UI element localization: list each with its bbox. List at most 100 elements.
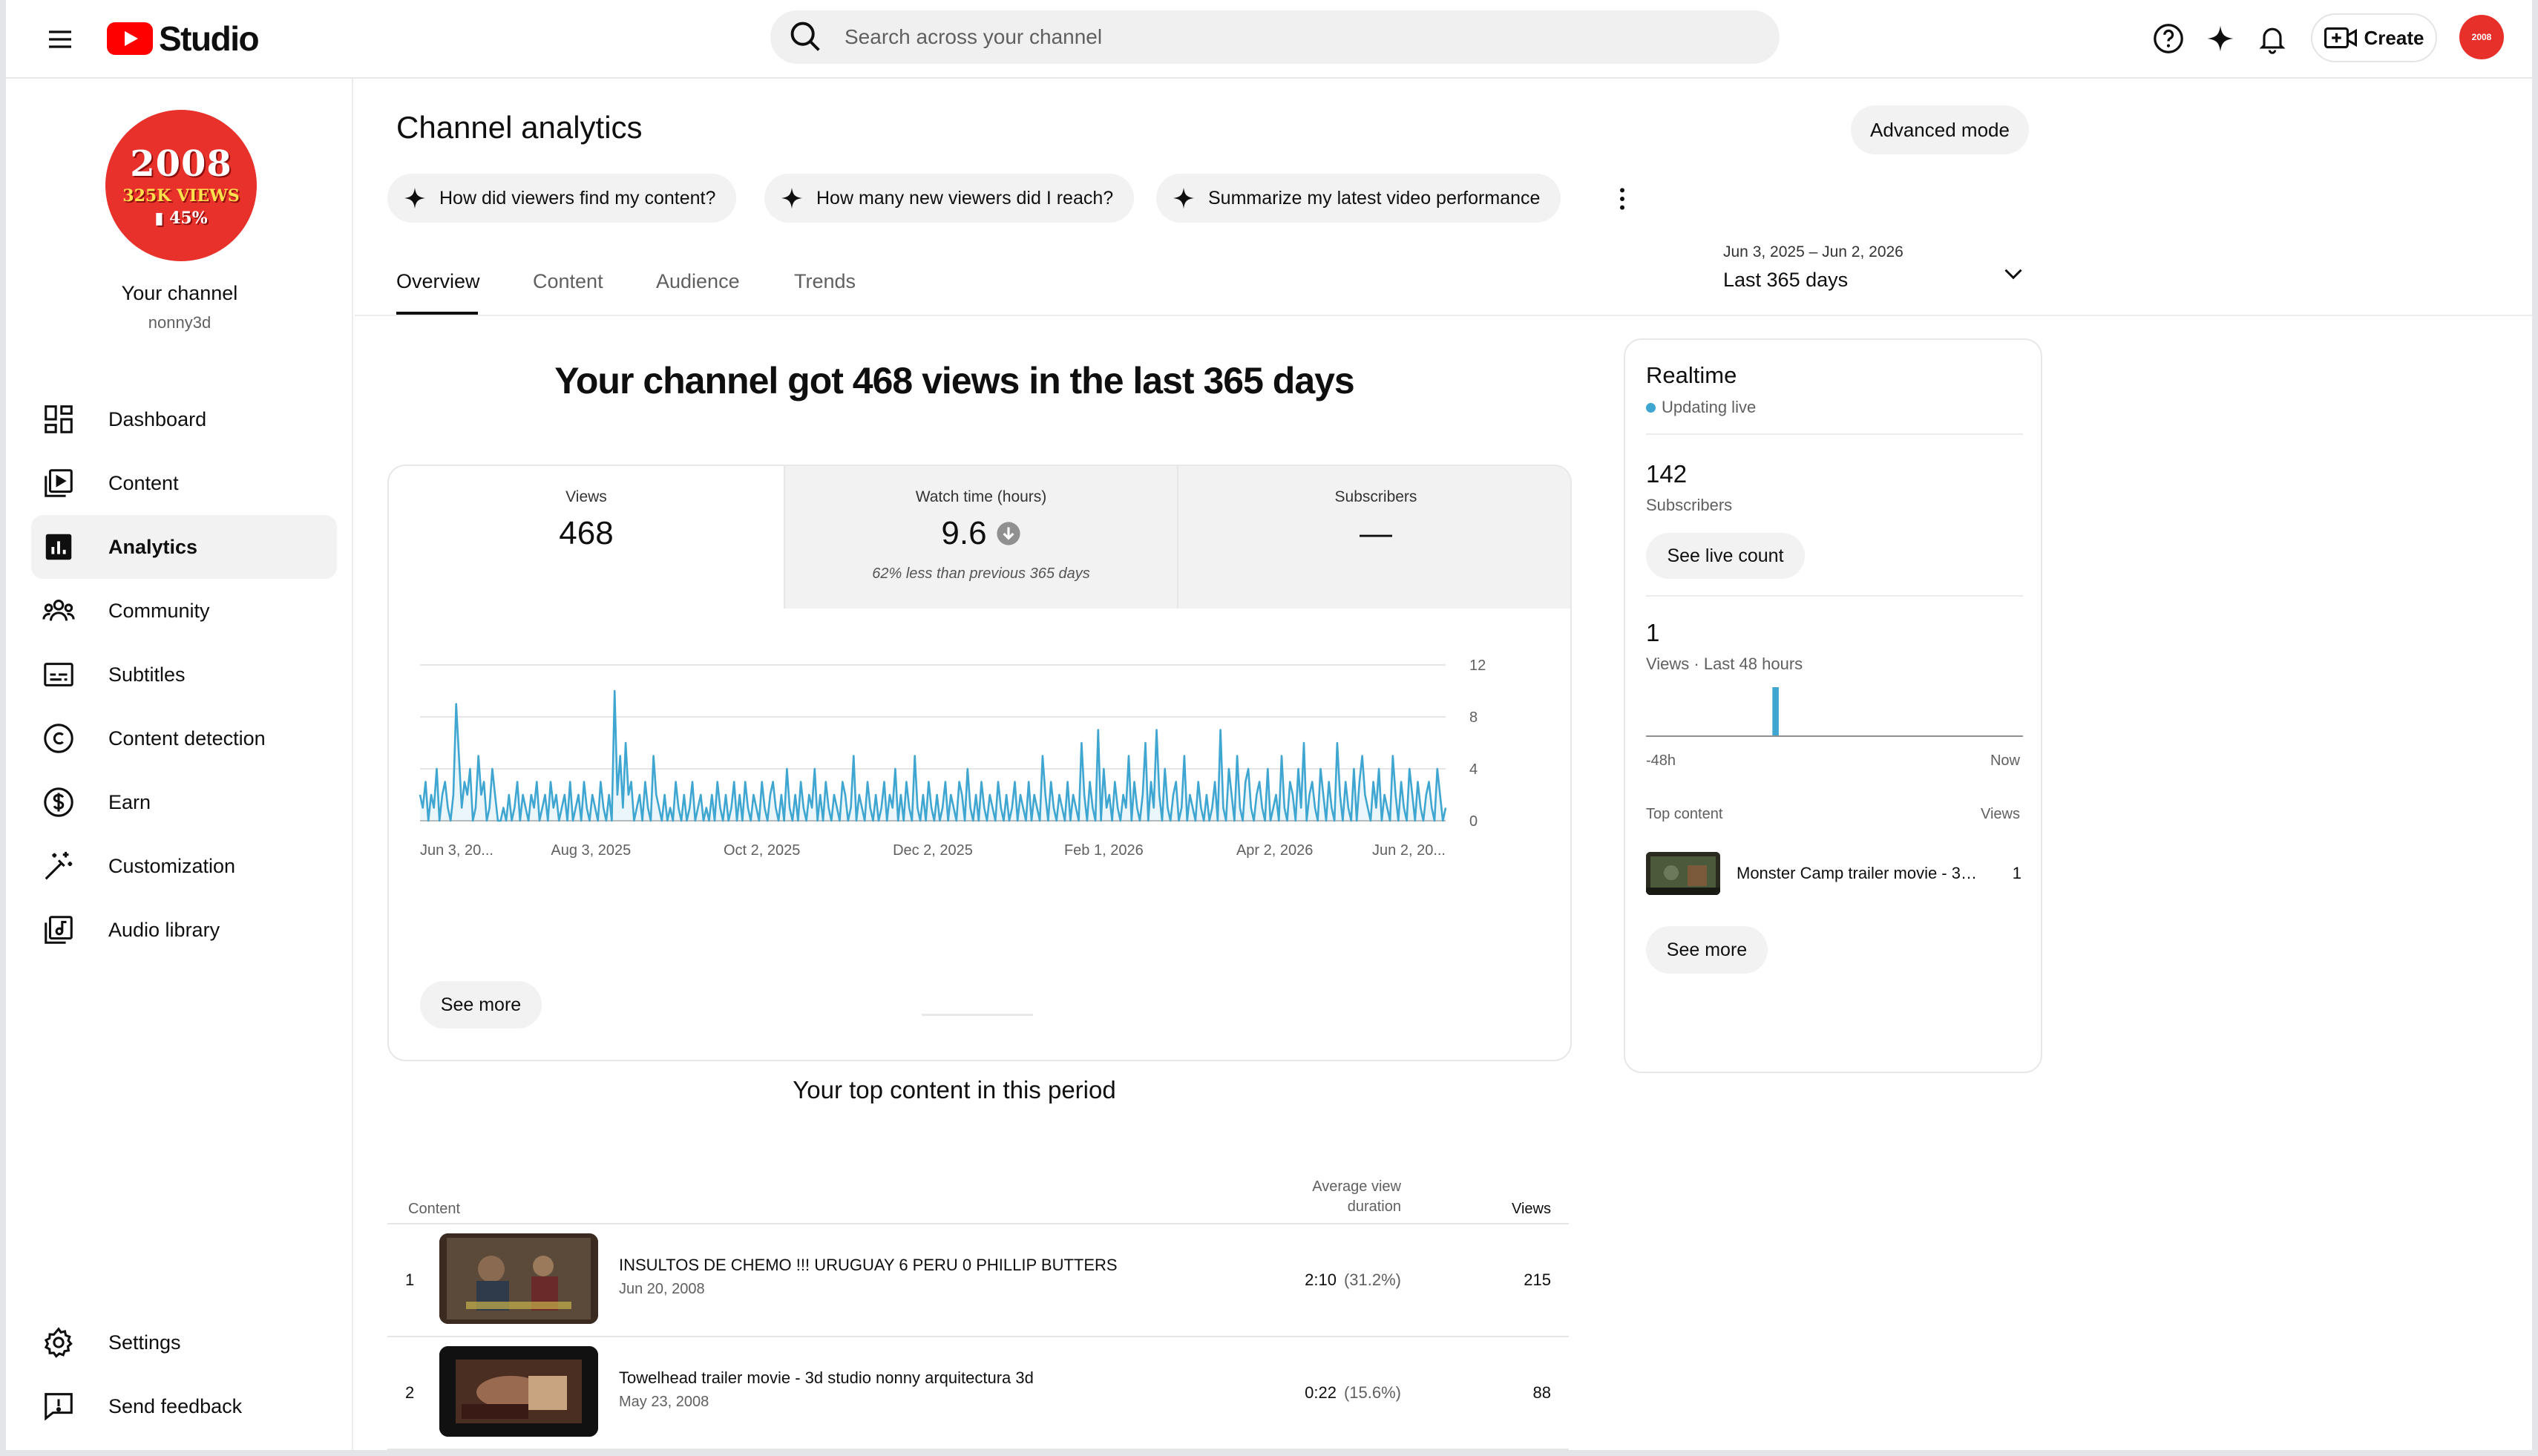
- sidebar-item-audio-library[interactable]: Audio library: [31, 898, 337, 962]
- dashboard-icon: [42, 402, 76, 436]
- y-tick-label: 0: [1469, 813, 1478, 830]
- sidebar-item-analytics[interactable]: Analytics: [31, 515, 337, 579]
- video-title[interactable]: INSULTOS DE CHEMO !!! URUGUAY 6 PERU 0 P…: [619, 1256, 1118, 1275]
- more-vert-icon[interactable]: [1601, 178, 1643, 220]
- tab-audience[interactable]: Audience: [656, 270, 740, 293]
- video-views: 88: [1532, 1383, 1551, 1402]
- channel-avatar[interactable]: 2008 325K VIEWS ▮ 45%: [105, 110, 257, 261]
- sidebar-item-label: Settings: [108, 1331, 181, 1354]
- suggestion-chip-new-viewers[interactable]: How many new viewers did I reach?: [764, 174, 1135, 223]
- sidebar-item-content-detection[interactable]: Content detection: [31, 706, 337, 770]
- search-input[interactable]: [845, 19, 1750, 55]
- notifications-bell-icon[interactable]: [2252, 18, 2293, 59]
- realtime-bar[interactable]: [1772, 687, 1779, 736]
- sparkle-icon[interactable]: [2200, 18, 2241, 59]
- tab-overview[interactable]: Overview: [396, 270, 480, 293]
- tab-trends[interactable]: Trends: [794, 270, 856, 293]
- video-thumbnail[interactable]: [439, 1346, 598, 1437]
- sidebar-item-content[interactable]: Content: [31, 451, 337, 515]
- logo-text: Studio: [159, 19, 260, 58]
- duration-value: 0:22: [1305, 1383, 1337, 1402]
- chip-label: Summarize my latest video performance: [1208, 187, 1541, 209]
- channel-name[interactable]: Your channel: [6, 282, 353, 305]
- metric-views[interactable]: Views 468: [389, 466, 784, 609]
- arrow-down-circle-icon: [996, 521, 1021, 546]
- avg-view-duration: 2:10 (31.2%): [1305, 1270, 1401, 1290]
- sidebar-item-label: Earn: [108, 790, 151, 813]
- realtime-top-item[interactable]: Monster Camp trailer movie - 3d studio n…: [1646, 852, 2023, 896]
- chevron-down-icon[interactable]: [1995, 255, 2032, 292]
- x-tick-label: Jun 3, 20...: [420, 842, 494, 859]
- search-icon[interactable]: [787, 18, 825, 56]
- account-avatar[interactable]: 2008: [2459, 15, 2504, 59]
- see-more-button[interactable]: See more: [420, 981, 542, 1029]
- realtime-see-more-button[interactable]: See more: [1646, 926, 1768, 974]
- tab-content[interactable]: Content: [533, 270, 603, 293]
- y-tick-label: 12: [1469, 658, 1486, 674]
- row-rank: 1: [405, 1270, 415, 1289]
- video-thumbnail[interactable]: [1646, 852, 1720, 895]
- sidebar-item-settings[interactable]: Settings: [31, 1311, 337, 1374]
- x-tick-label: Apr 2, 2026: [1236, 842, 1313, 859]
- realtime-subscribers-label: Subscribers: [1646, 496, 1733, 514]
- sparkle-icon: [402, 186, 427, 211]
- sidebar-item-earn[interactable]: Earn: [31, 770, 337, 834]
- sidebar-item-label: Dashboard: [108, 407, 207, 430]
- create-button[interactable]: Create: [2311, 13, 2437, 62]
- top-bar: Studio Create 2008: [6, 0, 2532, 79]
- video-add-icon: [2324, 25, 2357, 50]
- x-tick-label: Feb 1, 2026: [1064, 842, 1144, 859]
- date-range-picker[interactable]: Jun 3, 2025 – Jun 2, 2026 Last 365 days: [1723, 243, 1904, 292]
- realtime-title: Realtime: [1646, 362, 1737, 388]
- views-area: [420, 691, 1446, 821]
- realtime-axis-end: Now: [1990, 752, 2020, 769]
- magic-wand-icon: [42, 849, 76, 883]
- column-header-avd[interactable]: Average view duration: [1312, 1178, 1401, 1216]
- dollar-icon: [42, 785, 76, 819]
- hamburger-menu-icon[interactable]: [42, 21, 79, 58]
- x-tick-label: Aug 3, 2025: [551, 842, 631, 859]
- suggestion-chip-summarize[interactable]: Summarize my latest video performance: [1156, 174, 1561, 223]
- table-row[interactable]: 1 INSULTOS DE CHEMO !!! URUGUAY 6 PERU 0…: [387, 1224, 1569, 1337]
- metric-value: 9.6: [941, 515, 987, 551]
- metric-value: 468: [559, 515, 614, 551]
- table-row[interactable]: 2 Towelhead trailer movie - 3d studio no…: [387, 1337, 1569, 1450]
- section-divider: [922, 1014, 1033, 1016]
- metric-subscribers[interactable]: Subscribers —: [1178, 466, 1570, 609]
- search-bar[interactable]: [770, 10, 1780, 64]
- metric-watch-time[interactable]: Watch time (hours) 9.6 62% less than pre…: [784, 466, 1178, 609]
- analytics-icon: [42, 530, 76, 564]
- column-header-avd-line1: Average view: [1312, 1178, 1401, 1195]
- date-preset: Last 365 days: [1723, 269, 1849, 291]
- column-header-views[interactable]: Views: [1512, 1201, 1551, 1218]
- video-title[interactable]: Towelhead trailer movie - 3d studio nonn…: [619, 1368, 1034, 1388]
- sidebar-item-send-feedback[interactable]: Send feedback: [31, 1374, 337, 1438]
- page-title: Channel analytics: [396, 110, 643, 145]
- realtime-card: Realtime Updating live 142 Subscribers S…: [1624, 338, 2042, 1073]
- duration-percent: (15.6%): [1343, 1383, 1401, 1402]
- metric-value: —: [1360, 515, 1392, 551]
- sidebar-item-dashboard[interactable]: Dashboard: [31, 387, 337, 451]
- youtube-studio-logo[interactable]: Studio: [107, 18, 260, 59]
- realtime-subscribers-value: 142: [1646, 460, 1688, 488]
- avatar-percent: ▮ 45%: [154, 209, 208, 228]
- video-views: 215: [1524, 1270, 1551, 1289]
- divider: [1646, 433, 2023, 435]
- video-title[interactable]: Monster Camp trailer movie - 3d studio n…: [1737, 864, 1981, 883]
- realtime-status-text: Updating live: [1662, 398, 1757, 416]
- sidebar-item-label: Subtitles: [108, 663, 186, 686]
- suggestion-chip-viewers-find[interactable]: How did viewers find my content?: [387, 174, 737, 223]
- see-live-count-button[interactable]: See live count: [1646, 533, 1805, 579]
- table-row[interactable]: [387, 1450, 1569, 1456]
- realtime-views-bar-chart: [1646, 687, 2023, 737]
- video-thumbnail[interactable]: [439, 1233, 598, 1324]
- sidebar-item-customization[interactable]: Customization: [31, 834, 337, 898]
- avg-view-duration: 0:22 (15.6%): [1305, 1383, 1401, 1403]
- community-icon: [42, 594, 76, 628]
- sidebar-item-subtitles[interactable]: Subtitles: [31, 643, 337, 706]
- video-date: May 23, 2008: [619, 1394, 709, 1410]
- sidebar-item-community[interactable]: Community: [31, 579, 337, 643]
- main-content: Channel analytics Advanced mode How did …: [355, 79, 2532, 1456]
- help-icon[interactable]: [2148, 18, 2189, 59]
- advanced-mode-button[interactable]: Advanced mode: [1851, 105, 2029, 154]
